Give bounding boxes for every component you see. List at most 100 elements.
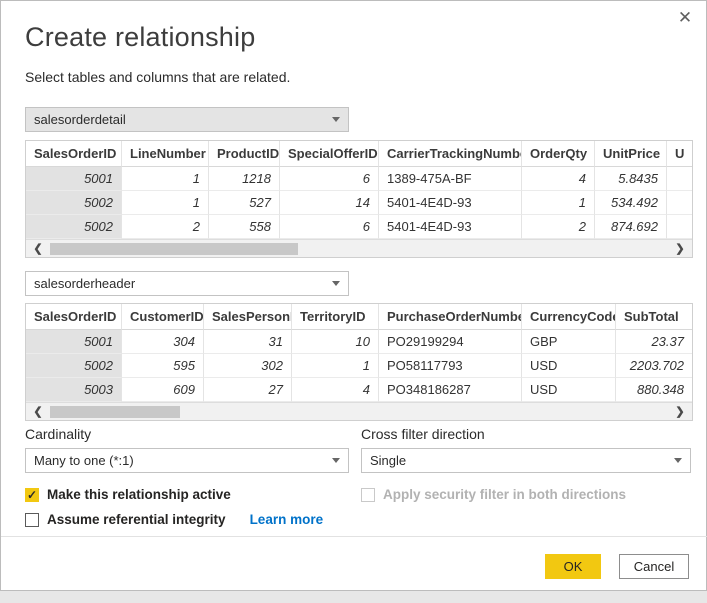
ok-button[interactable]: OK <box>545 554 601 579</box>
column-header-unitprice[interactable]: UnitPrice <box>595 141 667 167</box>
cell-salespersonid[interactable]: 31 <box>204 330 292 354</box>
cell-currencycode[interactable]: GBP <box>522 330 616 354</box>
scroll-right-icon[interactable]: ❯ <box>668 242 692 255</box>
learn-more-link[interactable]: Learn more <box>250 512 324 527</box>
scroll-right-icon[interactable]: ❯ <box>668 405 692 418</box>
cell-unitprice[interactable]: 534.492 <box>595 191 667 215</box>
column-header-salespersonid[interactable]: SalesPersonID <box>204 304 292 330</box>
referential-integrity-label: Assume referential integrity <box>47 512 226 527</box>
footer-divider <box>1 536 707 537</box>
cell-unitprice[interactable]: 5.8435 <box>595 167 667 191</box>
cell-orderqty[interactable]: 4 <box>522 167 595 191</box>
table1-grid: SalesOrderIDLineNumberProductIDSpecialOf… <box>26 141 692 239</box>
cell-salesorderid[interactable]: 5002 <box>26 191 122 215</box>
column-header-salesorderid[interactable]: SalesOrderID <box>26 304 122 330</box>
cardinality-select[interactable]: Many to one (*:1) <box>25 448 349 473</box>
cell-customerid[interactable]: 595 <box>122 354 204 378</box>
cell-salespersonid[interactable]: 27 <box>204 378 292 402</box>
table2-preview: SalesOrderIDCustomerIDSalesPersonIDTerri… <box>25 303 693 421</box>
cell-subtotal[interactable]: 23.37 <box>616 330 692 354</box>
table1-preview: SalesOrderIDLineNumberProductIDSpecialOf… <box>25 140 693 258</box>
table2-selector[interactable]: salesorderheader <box>25 271 349 296</box>
chevron-down-icon <box>332 458 340 463</box>
cell-orderqty[interactable]: 2 <box>522 215 595 239</box>
table-header-row: SalesOrderIDLineNumberProductIDSpecialOf… <box>26 141 692 167</box>
cell-specialofferid[interactable]: 14 <box>280 191 379 215</box>
scrollbar-thumb[interactable] <box>50 243 298 255</box>
table-header-row: SalesOrderIDCustomerIDSalesPersonIDTerri… <box>26 304 692 330</box>
table2-selector-value: salesorderheader <box>34 276 135 291</box>
make-active-checkbox[interactable] <box>25 488 39 502</box>
column-header-carriertrackingnumber[interactable]: CarrierTrackingNumber <box>379 141 522 167</box>
cell-unitprice[interactable]: 874.692 <box>595 215 667 239</box>
scroll-left-icon[interactable]: ❮ <box>26 405 50 418</box>
cell-currencycode[interactable]: USD <box>522 354 616 378</box>
cell-carriertrackingnumber[interactable]: 1389-475A-BF <box>379 167 522 191</box>
cell-carriertrackingnumber[interactable]: 5401-4E4D-93 <box>379 215 522 239</box>
cardinality-label: Cardinality <box>25 426 361 442</box>
column-header-productid[interactable]: ProductID <box>209 141 280 167</box>
column-header-orderqty[interactable]: OrderQty <box>522 141 595 167</box>
column-header-subtotal[interactable]: SubTotal <box>616 304 692 330</box>
scrollbar-track[interactable] <box>50 240 668 257</box>
table-row: 5002255865401-4E4D-932874.692 <box>26 215 692 239</box>
cell-salesorderid[interactable]: 5003 <box>26 378 122 402</box>
table1-hscrollbar: ❮ ❯ <box>26 239 692 257</box>
cell-productid[interactable]: 527 <box>209 191 280 215</box>
cell-territoryid[interactable]: 10 <box>292 330 379 354</box>
cell-territoryid[interactable]: 4 <box>292 378 379 402</box>
cross-filter-label: Cross filter direction <box>361 426 691 442</box>
cell-specialofferid[interactable]: 6 <box>280 215 379 239</box>
cell-purchaseordernumber[interactable]: PO29199294 <box>379 330 522 354</box>
cell-territoryid[interactable]: 1 <box>292 354 379 378</box>
security-filter-label: Apply security filter in both directions <box>383 487 626 502</box>
cell-orderqty[interactable]: 1 <box>522 191 595 215</box>
cell-customerid[interactable]: 609 <box>122 378 204 402</box>
table-row: 50011121861389-475A-BF45.8435 <box>26 167 692 191</box>
cell-salesorderid[interactable]: 5002 <box>26 354 122 378</box>
column-header-linenumber[interactable]: LineNumber <box>122 141 209 167</box>
cell-linenumber[interactable]: 1 <box>122 167 209 191</box>
cell-carriertrackingnumber[interactable]: 5401-4E4D-93 <box>379 191 522 215</box>
cancel-button[interactable]: Cancel <box>619 554 689 579</box>
cell-productid[interactable]: 558 <box>209 215 280 239</box>
dialog-subtitle: Select tables and columns that are relat… <box>25 69 706 85</box>
cell-u[interactable] <box>667 215 692 239</box>
table-row: 5003609274PO348186287USD880.348 <box>26 378 692 402</box>
cell-customerid[interactable]: 304 <box>122 330 204 354</box>
column-header-specialofferid[interactable]: SpecialOfferID <box>280 141 379 167</box>
referential-integrity-checkbox[interactable] <box>25 513 39 527</box>
cell-specialofferid[interactable]: 6 <box>280 167 379 191</box>
footer: OK Cancel <box>25 554 706 579</box>
cross-filter-select[interactable]: Single <box>361 448 691 473</box>
cell-salesorderid[interactable]: 5002 <box>26 215 122 239</box>
cell-salespersonid[interactable]: 302 <box>204 354 292 378</box>
scrollbar-thumb[interactable] <box>50 406 180 418</box>
cell-purchaseordernumber[interactable]: PO58117793 <box>379 354 522 378</box>
cell-u[interactable] <box>667 191 692 215</box>
cell-linenumber[interactable]: 1 <box>122 191 209 215</box>
close-icon[interactable]: ✕ <box>674 7 696 29</box>
cell-linenumber[interactable]: 2 <box>122 215 209 239</box>
cardinality-value: Many to one (*:1) <box>34 453 134 468</box>
cell-salesorderid[interactable]: 5001 <box>26 330 122 354</box>
column-header-territoryid[interactable]: TerritoryID <box>292 304 379 330</box>
cell-subtotal[interactable]: 2203.702 <box>616 354 692 378</box>
scrollbar-track[interactable] <box>50 403 668 420</box>
column-header-u[interactable]: U <box>667 141 692 167</box>
column-header-currencycode[interactable]: CurrencyCode <box>522 304 616 330</box>
table2-hscrollbar: ❮ ❯ <box>26 402 692 420</box>
cell-u[interactable] <box>667 167 692 191</box>
cell-subtotal[interactable]: 880.348 <box>616 378 692 402</box>
column-header-customerid[interactable]: CustomerID <box>122 304 204 330</box>
cell-purchaseordernumber[interactable]: PO348186287 <box>379 378 522 402</box>
table-row: 50021527145401-4E4D-931534.492 <box>26 191 692 215</box>
column-header-salesorderid[interactable]: SalesOrderID <box>26 141 122 167</box>
chevron-down-icon <box>332 281 340 286</box>
table1-selector[interactable]: salesorderdetail <box>25 107 349 132</box>
cell-salesorderid[interactable]: 5001 <box>26 167 122 191</box>
column-header-purchaseordernumber[interactable]: PurchaseOrderNumber <box>379 304 522 330</box>
cell-productid[interactable]: 1218 <box>209 167 280 191</box>
cell-currencycode[interactable]: USD <box>522 378 616 402</box>
scroll-left-icon[interactable]: ❮ <box>26 242 50 255</box>
